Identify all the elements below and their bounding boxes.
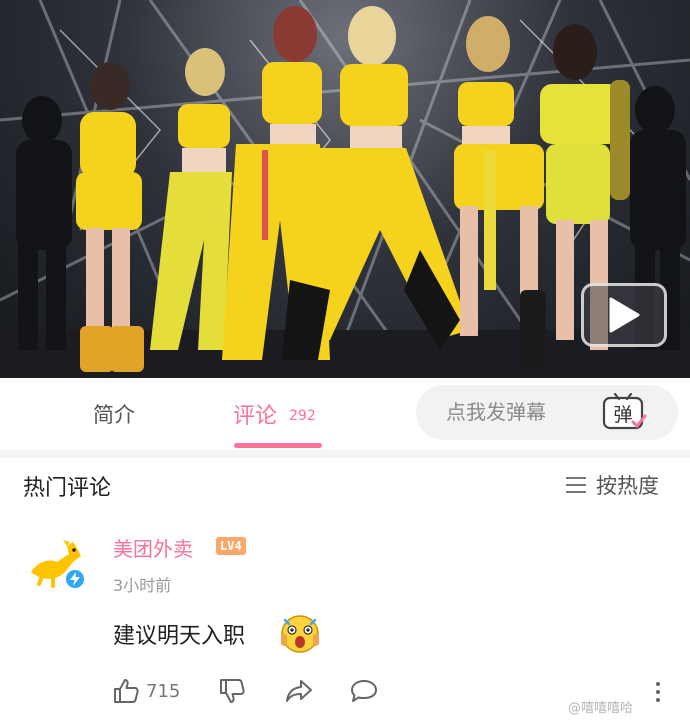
comment-username[interactable]: 美团外卖 <box>113 533 193 562</box>
menu-lines-icon <box>566 476 586 494</box>
sort-label: 按热度 <box>596 474 659 498</box>
share-button[interactable] <box>284 676 314 706</box>
tab-comments[interactable]: 评论 292 <box>233 378 316 450</box>
thumbs-down-icon <box>220 679 245 703</box>
watermark: @嘻嘻嘻哈 <box>568 701 634 716</box>
comment-text: 建议明天入职 <box>113 624 246 649</box>
share-icon <box>286 680 312 702</box>
tab-intro[interactable]: 简介 <box>93 378 135 450</box>
comments-count: 292 <box>289 408 316 424</box>
like-button[interactable]: 715 <box>112 676 180 706</box>
hot-comments-title: 热门评论 <box>23 476 112 501</box>
reply-button[interactable] <box>349 676 379 706</box>
tab-intro-label: 简介 <box>93 403 135 427</box>
user-level-badge: LV4 <box>216 537 246 555</box>
section-divider <box>0 450 690 458</box>
more-vertical-icon[interactable] <box>653 682 663 706</box>
danmaku-icon-glyph: 弹 <box>613 404 632 426</box>
thumbs-up-icon <box>114 679 139 703</box>
like-count: 715 <box>146 680 181 702</box>
reply-bubble-icon <box>351 680 377 702</box>
active-tab-indicator <box>234 443 322 448</box>
play-button[interactable] <box>581 283 667 347</box>
dislike-button[interactable] <box>218 676 246 706</box>
verified-badge <box>64 568 86 590</box>
comment-timestamp: 3小时前 <box>113 576 172 595</box>
shocked-emoji-icon <box>281 615 319 653</box>
danmaku-placeholder: 点我发弹幕 <box>446 400 546 424</box>
video-player[interactable] <box>0 0 690 378</box>
lightning-icon <box>70 572 80 586</box>
sort-by-heat-button[interactable]: 按热度 <box>566 470 659 500</box>
play-icon <box>609 297 640 333</box>
tab-comments-label: 评论 <box>233 404 278 429</box>
danmaku-icon[interactable]: 弹 <box>599 393 649 433</box>
